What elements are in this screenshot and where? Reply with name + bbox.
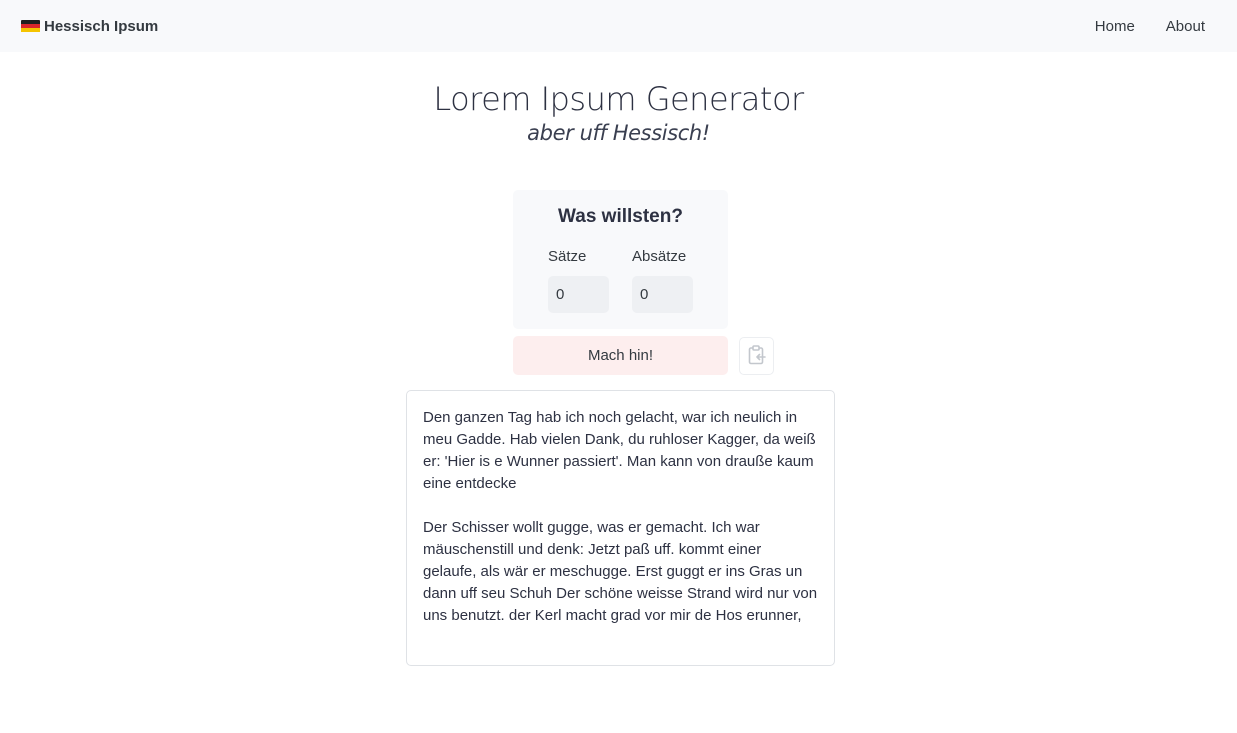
generated-text-output: Den ganzen Tag hab ich noch gelacht, war… [406, 390, 835, 666]
page-title: Lorem Ipsum Generator [433, 80, 804, 118]
nav-link-home[interactable]: Home [1095, 18, 1135, 35]
sentences-label: Sätze [548, 248, 587, 265]
brand-link[interactable]: Hessisch Ipsum [21, 18, 158, 35]
sentences-input[interactable] [548, 276, 609, 313]
page-subtitle: aber uff Hessisch! [527, 121, 710, 145]
clipboard-copy-icon [748, 344, 766, 368]
generated-paragraph: Den ganzen Tag hab ich noch gelacht, war… [423, 409, 816, 492]
form-heading: Was willsten? [558, 206, 683, 227]
nav-link-about[interactable]: About [1166, 18, 1205, 35]
brand-label: Hessisch Ipsum [44, 17, 159, 35]
paragraphs-input[interactable] [632, 276, 693, 313]
copy-button[interactable] [739, 337, 774, 375]
generate-button[interactable]: Mach hin! [513, 336, 728, 375]
navbar: Hessisch Ipsum Home About [0, 0, 1237, 52]
generated-paragraph: Der Schisser wollt gugge, was er gemacht… [423, 519, 818, 624]
paragraphs-label: Absätze [632, 248, 687, 265]
generator-form-card: Was willsten? Sätze Absätze [513, 190, 728, 329]
nav-links: Home About [1064, 18, 1205, 35]
german-flag-icon [21, 19, 40, 33]
